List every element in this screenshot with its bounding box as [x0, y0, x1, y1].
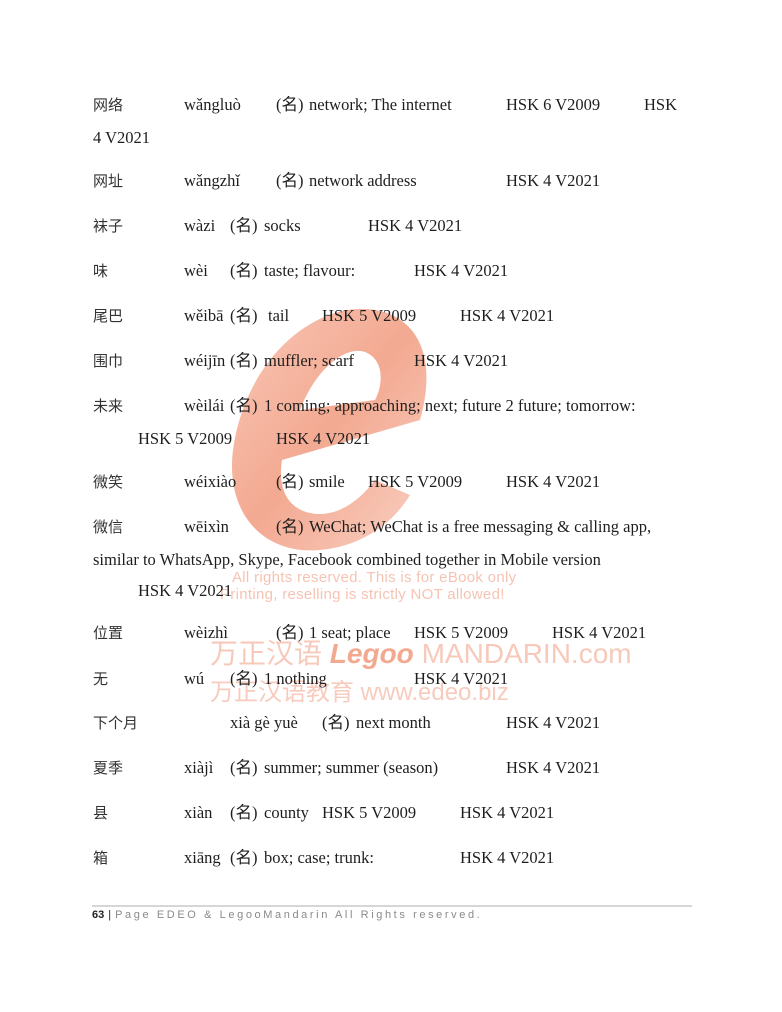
- entry-pinyin: wéijīn: [184, 351, 226, 370]
- entry-pinyin: wèilái: [184, 396, 225, 415]
- entry-pos: (名): [230, 848, 258, 867]
- entry-definition: 1 seat; place: [309, 623, 391, 642]
- entry-hsk-2009: HSK 5 V2009: [322, 803, 417, 822]
- entry-hanzi: 夏季: [93, 759, 124, 777]
- entry-hsk-2021: HSK 4 V2021: [414, 351, 509, 370]
- entry-hanzi: 围巾: [93, 352, 124, 370]
- watermark: All rights reserved. This is for eBook o…: [0, 0, 782, 1012]
- entry-pos: (名): [230, 396, 258, 415]
- entry-hanzi: 县: [93, 804, 109, 822]
- entry-hsk-2021: HSK 4 V2021: [138, 581, 233, 600]
- entry-definition: 1 nothing: [264, 669, 327, 688]
- page-number: 63: [92, 909, 105, 921]
- entry-pinyin: wěibā: [184, 306, 224, 325]
- entry-pos: (名): [322, 713, 350, 732]
- entry-pos: (名): [230, 351, 258, 370]
- entry-hsk-2021: HSK 4 V2021: [414, 669, 509, 688]
- entry-pinyin: wèizhì: [184, 623, 228, 642]
- entry-pinyin: wú: [184, 669, 205, 688]
- entry-pos: (名): [230, 669, 258, 688]
- entry-hsk-2021: HSK 4 V2021: [506, 472, 601, 491]
- entry-hsk-2021: HSK 4 V2021: [460, 848, 555, 867]
- entry-hanzi: 无: [93, 670, 109, 688]
- footer-separator: |: [108, 909, 112, 921]
- entry-pos: (名): [230, 216, 258, 235]
- entry-pinyin: xiāng: [184, 848, 221, 867]
- entry-hsk-2021: HSK 4 V2021: [368, 216, 463, 235]
- entry-hanzi: 网址: [93, 172, 124, 190]
- entry-hsk-2021: HSK 4 V2021: [506, 713, 601, 732]
- entry-hanzi: 微笑: [93, 473, 124, 491]
- entry-hanzi: 网络: [93, 96, 124, 114]
- entry-pos: (名): [230, 261, 258, 280]
- entry-pinyin: wàzi: [184, 216, 216, 235]
- entry-definition: taste; flavour:: [264, 261, 356, 280]
- entry-hanzi: 下个月: [93, 714, 139, 732]
- entry-definition: county: [264, 803, 309, 822]
- entry-pinyin: wēixìn: [184, 517, 229, 536]
- entry-hsk-2021: HSK 4 V2021: [506, 171, 601, 190]
- entry-hsk-2021-part1: HSK: [644, 95, 678, 114]
- entry-hsk-2021: HSK 4 V2021: [460, 803, 555, 822]
- entry-hanzi: 味: [93, 262, 109, 280]
- entry-pos: (名): [276, 517, 304, 536]
- entry-definition: summer; summer (season): [264, 758, 439, 777]
- entry-hanzi: 位置: [93, 624, 124, 642]
- entry-hanzi: 微信: [93, 518, 124, 536]
- entry-pos: (名): [230, 758, 258, 777]
- entry-hsk-2009: HSK 5 V2009: [368, 472, 463, 491]
- entry-hsk-2009: HSK 5 V2009: [138, 429, 233, 448]
- entry-pos: (名): [276, 472, 304, 491]
- watermark-line-1: All rights reserved. This is for eBook o…: [232, 569, 517, 586]
- entry-hsk-2021: HSK 4 V2021: [414, 261, 509, 280]
- entry-pos: (名): [276, 171, 304, 190]
- entry-definition: smile: [309, 472, 345, 491]
- entry-definition: network address: [309, 171, 417, 190]
- entry-pos: (名): [230, 803, 258, 822]
- entry-pinyin: wǎngluò: [184, 95, 241, 114]
- entry-pinyin: xià gè yuè: [230, 713, 298, 732]
- entry-pinyin: wèi: [184, 261, 208, 280]
- entry-definition: 1 coming; approaching; next; future 2 fu…: [264, 396, 636, 415]
- entry-definition: muffler; scarf: [264, 351, 354, 370]
- entry-pinyin: wéixiào: [184, 472, 237, 491]
- entry-hsk-2021-part2: 4 V2021: [93, 128, 150, 147]
- entry-hanzi: 未来: [93, 397, 124, 415]
- entry-hanzi: 袜子: [93, 217, 124, 235]
- document-page: All rights reserved. This is for eBook o…: [0, 0, 782, 1012]
- entry-pos: (名): [230, 306, 258, 325]
- entry-hanzi: 箱: [93, 849, 109, 867]
- entry-pinyin: xiàjì: [184, 758, 214, 777]
- entry-definition: next month: [356, 713, 431, 732]
- entry-definition-continued: similar to WhatsApp, Skype, Facebook com…: [93, 550, 601, 569]
- entry-hsk-2009: HSK 5 V2009: [322, 306, 417, 325]
- entry-definition: WeChat; WeChat is a free messaging & cal…: [309, 517, 652, 536]
- entry-definition: tail: [268, 306, 290, 325]
- entry-pinyin: wǎngzhǐ: [184, 171, 240, 190]
- entry-hsk-2021: HSK 4 V2021: [552, 623, 647, 642]
- entry-hsk-2009: HSK 5 V2009: [414, 623, 509, 642]
- entry-hsk-2021: HSK 4 V2021: [460, 306, 555, 325]
- entry-hsk-2021: HSK 4 V2021: [276, 429, 371, 448]
- entry-hanzi: 尾巴: [93, 307, 124, 325]
- entry-hsk-2009: HSK 6 V2009: [506, 95, 601, 114]
- footer-text: Page EDEO & LegooMandarin All Rights res…: [115, 909, 483, 921]
- page-footer: 63 | Page EDEO & LegooMandarin All Rights …: [92, 909, 482, 921]
- entry-pos: (名): [276, 95, 304, 114]
- entry-definition: socks: [264, 216, 301, 235]
- entry-pos: (名): [276, 623, 304, 642]
- entry-definition: box; case; trunk:: [264, 848, 374, 867]
- footer-divider: [92, 905, 692, 907]
- entry-pinyin: xiàn: [184, 803, 213, 822]
- entry-hsk-2021: HSK 4 V2021: [506, 758, 601, 777]
- entry-definition: network; The internet: [309, 95, 452, 114]
- watermark-line-2: Printing, reselling is strictly NOT allo…: [220, 586, 505, 603]
